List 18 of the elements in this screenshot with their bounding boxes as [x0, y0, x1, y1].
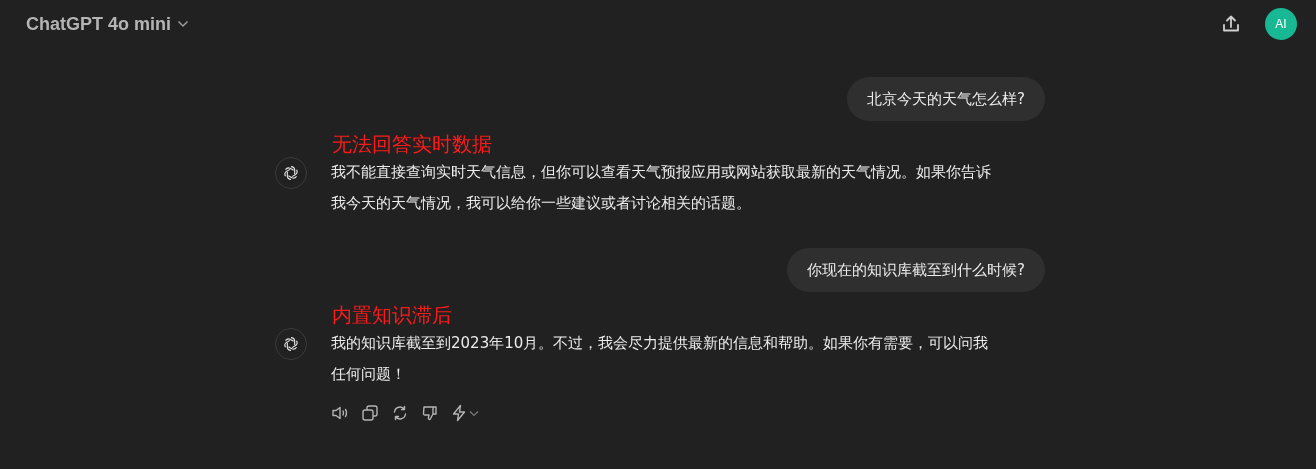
chevron-down-icon — [469, 409, 479, 417]
user-message: 北京今天的天气怎么样? — [847, 77, 1045, 121]
knot-logo-icon — [282, 335, 300, 353]
model-selector[interactable]: ChatGPT 4o mini — [18, 9, 197, 39]
share-icon[interactable] — [1221, 14, 1241, 34]
user-message: 你现在的知识库截至到什么时候? — [787, 248, 1045, 292]
copy-icon[interactable] — [361, 404, 379, 422]
speaker-icon[interactable] — [331, 404, 349, 422]
regenerate-icon[interactable] — [391, 404, 409, 422]
model-switch-button[interactable] — [451, 404, 479, 422]
thumbs-down-icon[interactable] — [421, 404, 439, 422]
chevron-down-icon — [177, 20, 189, 28]
assistant-message: 我不能直接查询实时天气信息，但你可以查看天气预报应用或网站获取最新的天气情况。如果你告诉我今天的天气情况，我可以给你一些建议或者讨论相关的话题。 — [331, 162, 992, 214]
annotation-text: 无法回答实时数据 — [332, 131, 493, 157]
knot-logo-icon — [282, 164, 300, 182]
assistant-message: 我的知识库截至到2023年10月。不过，我会尽力提供最新的信息和帮助。如果你有需要，可以问我任何问题！ — [331, 333, 990, 385]
lightning-icon — [451, 404, 467, 422]
annotation-text: 内置知识滞后 — [332, 302, 453, 328]
